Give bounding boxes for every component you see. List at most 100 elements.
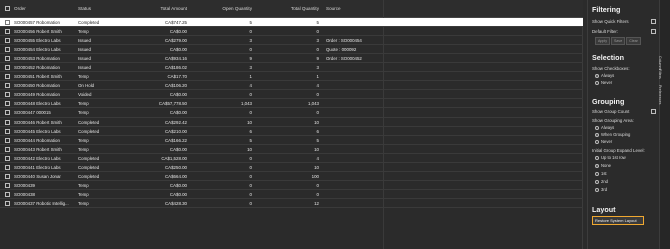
column-header-order[interactable]: Order [14, 0, 76, 18]
default-filter-checkbox[interactable] [651, 29, 656, 34]
row-checkbox[interactable] [5, 155, 10, 161]
checkboxes-option-always[interactable]: Always [595, 73, 614, 78]
table-row[interactable]: SO000448 Electro Labs Temp CA$57,778.50 1,0… [0, 99, 583, 109]
expand-option-none[interactable]: None [595, 163, 611, 168]
open-quantity-cell: 1 [249, 74, 252, 80]
order-cell: SO000451 Robert Smith [14, 74, 62, 80]
table-row[interactable]: SO000446 Robert Smith Completed CA$292.42 1… [0, 118, 583, 127]
total-quantity-cell: 4 [316, 155, 319, 161]
total-amount-cell: CA$428.30 [165, 200, 187, 206]
total-quantity-cell: 4 [316, 83, 319, 89]
row-checkbox[interactable] [5, 20, 10, 25]
row-checkbox[interactable] [5, 56, 10, 62]
table-row[interactable]: SO000457 Robomation Completed CA$747.25 5 5 [0, 18, 583, 28]
row-checkbox[interactable] [5, 92, 10, 98]
table-row[interactable]: SO000449 Robomation Voided CA$0.00 0 0 [0, 90, 583, 100]
clear-button[interactable]: Clear [626, 37, 641, 45]
row-checkbox[interactable] [5, 173, 10, 179]
selection-heading: Selection [592, 53, 624, 62]
expand-option-1st[interactable]: 1st [595, 171, 607, 176]
expand-option-3rd[interactable]: 3rd [595, 187, 607, 192]
order-cell: SO000446 Robert Smith [14, 119, 62, 125]
select-all-checkbox[interactable] [5, 6, 10, 11]
table-row[interactable]: SO000454 Electro Labs Issued CA$0.00 0 0 Quot… [0, 45, 583, 55]
row-checkbox[interactable] [5, 119, 10, 125]
total-quantity-cell: 1,043 [308, 101, 319, 107]
show-group-count-checkbox[interactable] [651, 109, 656, 114]
total-quantity-cell: 10 [314, 119, 319, 125]
table-row[interactable]: SO000440 Susan Jonar Completed CA$664.00 0 1… [0, 172, 583, 181]
status-cell: Temp [78, 74, 89, 80]
show-quick-filters-checkbox[interactable] [651, 19, 656, 24]
total-quantity-cell: 10 [314, 146, 319, 152]
row-checkbox[interactable] [5, 146, 10, 152]
row-checkbox[interactable] [5, 74, 10, 80]
row-checkbox[interactable] [5, 29, 10, 35]
table-row[interactable]: SO000447 000015 Temp CA$0.00 0 0 [0, 108, 583, 118]
row-checkbox[interactable] [5, 191, 10, 197]
row-checkbox[interactable] [5, 47, 10, 53]
expand-option-2nd[interactable]: 2nd [595, 179, 608, 184]
column-header-source[interactable]: Source [326, 0, 382, 18]
table-row[interactable]: SO000438 Temp CA$0.00 0 0 [0, 190, 583, 199]
table-row[interactable]: SO000451 Robert Smith Temp CA$17.70 1 1 [0, 72, 583, 82]
table-row[interactable]: SO000444 Robomation Temp CA$166.22 5 5 [0, 136, 583, 145]
table-row[interactable]: SO000439 Temp CA$0.00 0 0 [0, 181, 583, 190]
row-checkbox[interactable] [5, 110, 10, 116]
table-row[interactable]: SO000437 Robotic Intellig... Temp CA$428.3… [0, 199, 583, 208]
save-button[interactable]: Save [611, 37, 626, 45]
row-checkbox[interactable] [5, 65, 10, 71]
table-row[interactable]: SO000455 Electro Labs Issued CA$279.00 3 3 Or… [0, 36, 583, 46]
orders-grid: Order Status Total Amount Open Quantity … [0, 0, 583, 249]
grouping-area-option-always[interactable]: Always [595, 125, 614, 130]
table-row[interactable]: SO000445 Electro Labs Completed CA$210.00 6… [0, 127, 583, 136]
source-cell [326, 154, 382, 163]
table-row[interactable]: SO000450 Robomation On Hold CA$106.20 4 4 [0, 81, 583, 91]
total-quantity-cell: 12 [314, 200, 319, 206]
radio-icon [595, 155, 599, 160]
open-quantity-cell: 0 [249, 110, 252, 116]
column-header-total-quantity[interactable]: Total Quantity [253, 0, 319, 18]
column-header-total-amount[interactable]: Total Amount [140, 0, 187, 18]
table-row[interactable]: SO000442 Electro Labs Completed CA$1,528.0… [0, 154, 583, 163]
status-cell: Completed [78, 119, 100, 125]
grouping-area-option-when-grouping[interactable]: When Grouping [595, 132, 630, 137]
show-checkboxes-label: Show Checkboxes: [592, 66, 630, 71]
open-quantity-cell: 9 [249, 56, 252, 62]
total-amount-cell: CA$292.42 [165, 119, 187, 125]
order-cell: SO000444 Robomation [14, 137, 60, 143]
tab-preferences[interactable]: Preferences [658, 85, 670, 117]
restore-system-layout-button[interactable]: Restore System Layout [592, 216, 644, 225]
row-checkbox[interactable] [5, 164, 10, 170]
default-filter-label: Default Filter: [592, 29, 619, 34]
row-checkbox[interactable] [5, 128, 10, 134]
expand-option-up-to-1st-row[interactable]: Up to 1st row [595, 155, 626, 160]
total-amount-cell: CA$106.20 [165, 83, 187, 89]
radio-icon [595, 73, 599, 78]
status-cell: Completed [78, 128, 100, 134]
total-amount-cell: CA$57,778.50 [158, 101, 187, 107]
column-header-status[interactable]: Status [78, 0, 138, 18]
checkboxes-option-never[interactable]: Never [595, 80, 612, 85]
table-row[interactable]: SO000443 Robert Smith Temp CA$0.00 10 10 [0, 145, 583, 154]
row-checkbox[interactable] [5, 38, 10, 44]
table-row[interactable]: SO000452 Robomation Issued CA$186.02 3 3 [0, 63, 583, 73]
column-header-open-quantity[interactable]: Open Quantity [188, 0, 252, 18]
grid-body: SO000457 Robomation Completed CA$747.25 5 5 S… [0, 18, 583, 208]
row-checkbox[interactable] [5, 101, 10, 107]
status-cell: Temp [78, 146, 89, 152]
apply-button[interactable]: Apply [595, 37, 610, 45]
row-checkbox[interactable] [5, 182, 10, 188]
row-checkbox[interactable] [5, 200, 10, 206]
order-cell: SO000438 [14, 191, 35, 197]
filter-buttons: Apply Save Clear [595, 37, 642, 45]
table-row[interactable]: SO000456 Robert Smith Temp CA$0.00 0 0 [0, 27, 583, 37]
source-cell [326, 81, 382, 90]
show-quick-filters-label: Show Quick Filters [592, 19, 629, 24]
table-row[interactable]: SO000453 Robomation Issued CA$934.16 9 9 Orde… [0, 54, 583, 64]
grouping-area-option-never[interactable]: Never [595, 139, 612, 144]
row-checkbox[interactable] [5, 83, 10, 89]
status-cell: Temp [78, 29, 89, 35]
row-checkbox[interactable] [5, 137, 10, 143]
table-row[interactable]: SO000441 Electro Labs Completed CA$250.00 0… [0, 163, 583, 172]
